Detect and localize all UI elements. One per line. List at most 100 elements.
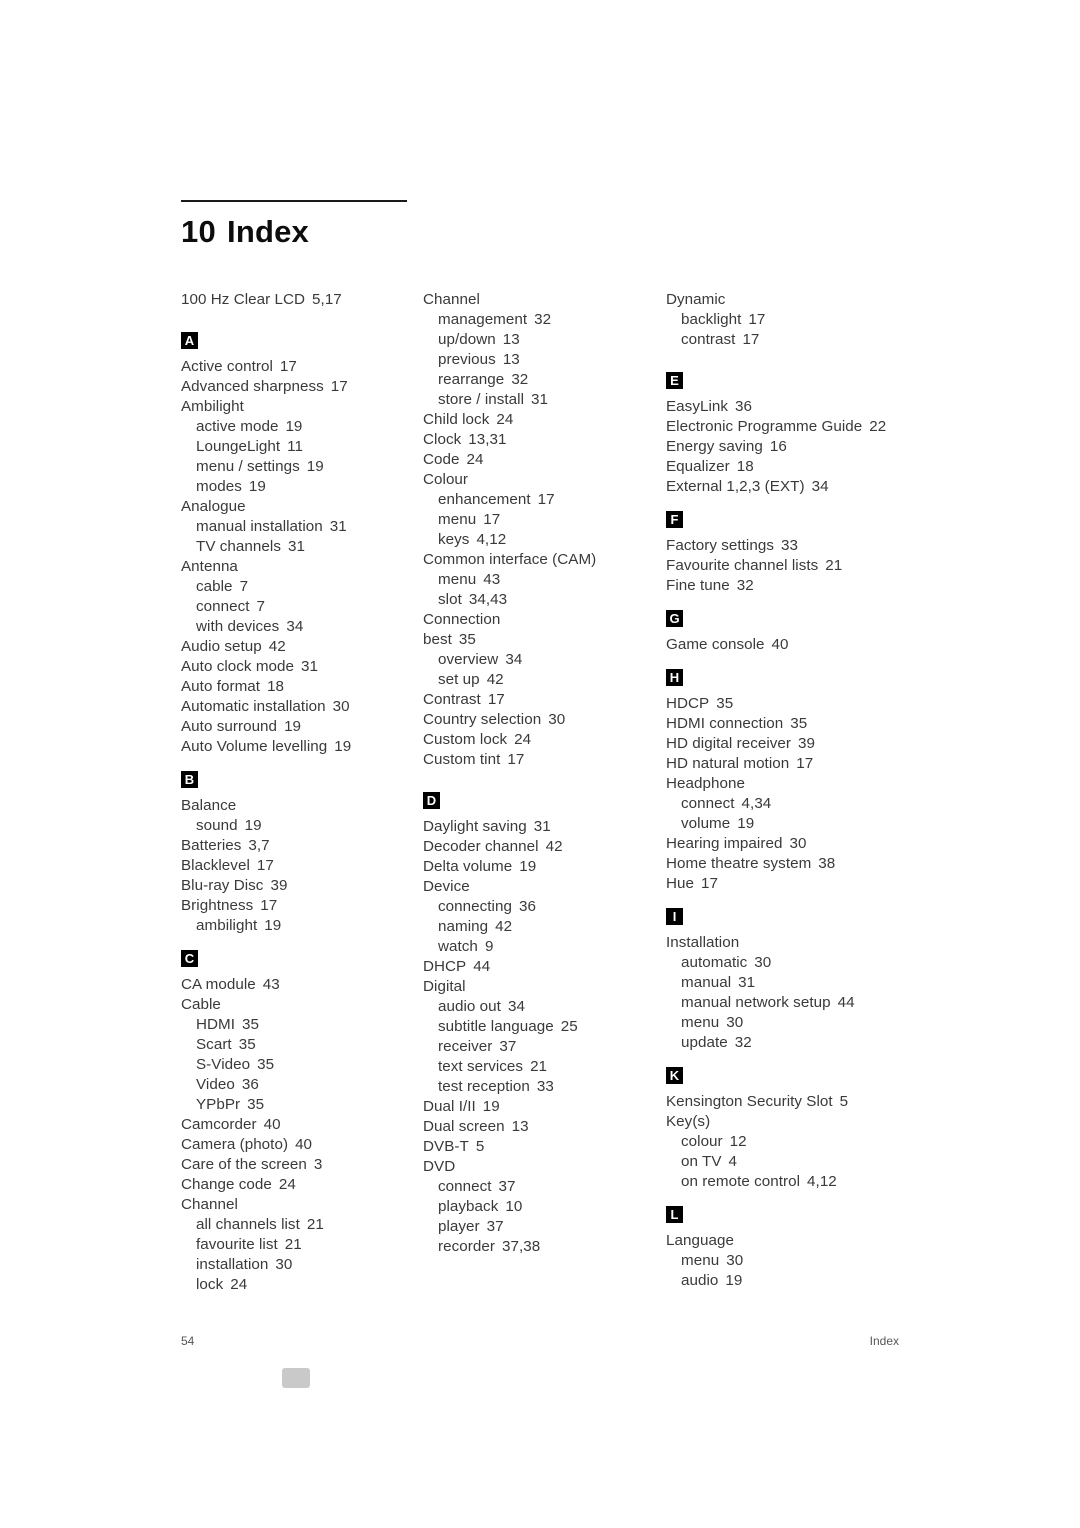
index-entry-label: Channel bbox=[423, 291, 480, 308]
index-entry-label: Clock bbox=[423, 431, 462, 448]
index-entry-label: 100 Hz Clear LCD bbox=[181, 291, 306, 308]
letter-section-i: I bbox=[666, 908, 909, 928]
index-entry-pages: 17 bbox=[701, 875, 719, 892]
index-entry: Dual I/II 19 bbox=[423, 1097, 666, 1117]
index-entry-label: Energy saving bbox=[666, 438, 763, 455]
index-entry-label: active mode bbox=[196, 418, 279, 435]
index-subentry: audio 19 bbox=[666, 1271, 909, 1291]
index-subentry: connecting 36 bbox=[423, 897, 666, 917]
index-entry: Dual screen 13 bbox=[423, 1117, 666, 1137]
index-entry-pages: 35 bbox=[238, 1036, 256, 1053]
index-entry-label: External 1,2,3 (EXT) bbox=[666, 478, 805, 495]
index-subentry: text services 21 bbox=[423, 1057, 666, 1077]
index-entry-label: HDCP bbox=[666, 695, 710, 712]
index-entry-label: menu bbox=[438, 511, 477, 528]
index-subentry: connect 4,34 bbox=[666, 794, 909, 814]
index-entry: Brightness 17 bbox=[181, 896, 424, 916]
index-entry-pages: 30 bbox=[726, 1014, 744, 1031]
index-entry: Game console 40 bbox=[666, 635, 909, 655]
index-entry-label: Auto Volume levelling bbox=[181, 738, 328, 755]
index-subentry: overview 34 bbox=[423, 650, 666, 670]
letter-section-a: A bbox=[181, 332, 424, 352]
index-subentry: store / install 31 bbox=[423, 390, 666, 410]
index-entry: Home theatre system 38 bbox=[666, 854, 909, 874]
index-entry-label: Auto format bbox=[181, 678, 261, 695]
index-entry-pages: 37,38 bbox=[501, 1238, 541, 1255]
index-entry-label: text services bbox=[438, 1058, 524, 1075]
index-entry-label: Change code bbox=[181, 1176, 272, 1193]
index-entry: Delta volume 19 bbox=[423, 857, 666, 877]
index-entry-pages: 17 bbox=[796, 755, 814, 772]
index-entry: Antenna bbox=[181, 557, 424, 577]
index-entry-label: Installation bbox=[666, 934, 740, 951]
index-entry-label: Child lock bbox=[423, 411, 490, 428]
index-entry: Country selection 30 bbox=[423, 710, 666, 730]
index-entry-label: Key(s) bbox=[666, 1113, 711, 1130]
index-entry-label: Common interface (CAM) bbox=[423, 551, 597, 568]
index-subentry: active mode 19 bbox=[181, 417, 424, 437]
index-entry-pages: 30 bbox=[275, 1256, 293, 1273]
index-subentry: on TV 4 bbox=[666, 1152, 909, 1172]
index-entry-label: Factory settings bbox=[666, 537, 774, 554]
index-subentry: subtitle language 25 bbox=[423, 1017, 666, 1037]
index-entry-pages: 4,12 bbox=[476, 531, 507, 548]
index-subentry: watch 9 bbox=[423, 937, 666, 957]
index-entry-pages: 35 bbox=[242, 1016, 260, 1033]
index-entry-pages: 5,17 bbox=[312, 291, 342, 308]
letter-section-h: H bbox=[666, 669, 909, 689]
index-entry-pages: 30 bbox=[789, 835, 807, 852]
index-entry-pages: 19 bbox=[334, 738, 352, 755]
index-entry-pages: 42 bbox=[486, 671, 504, 688]
index-entry-pages: 31 bbox=[738, 974, 756, 991]
index-entry-pages: 35 bbox=[790, 715, 808, 732]
index-entry-label: Batteries bbox=[181, 837, 242, 854]
index-entry-label: all channels list bbox=[196, 1216, 300, 1233]
index-entry-label: Dual screen bbox=[423, 1118, 505, 1135]
index-entry-pages: 31 bbox=[533, 818, 551, 835]
index-entry-pages: 17 bbox=[742, 331, 760, 348]
index-entry-label: Dual I/II bbox=[423, 1098, 476, 1115]
index-entry-label: keys bbox=[438, 531, 470, 548]
index-subentry: connect 37 bbox=[423, 1177, 666, 1197]
index-subentry: TV channels 31 bbox=[181, 537, 424, 557]
letter-badge: G bbox=[666, 610, 683, 627]
index-subentry: audio out 34 bbox=[423, 997, 666, 1017]
index-entry-label: backlight bbox=[681, 311, 742, 328]
index-entry: Balance bbox=[181, 796, 424, 816]
index-subentry: manual installation 31 bbox=[181, 517, 424, 537]
index-entry-pages: 37 bbox=[486, 1218, 504, 1235]
index-entry: Camcorder 40 bbox=[181, 1115, 424, 1135]
index-entry: Custom lock 24 bbox=[423, 730, 666, 750]
index-entry-label: connect bbox=[681, 795, 735, 812]
index-entry-label: Equalizer bbox=[666, 458, 730, 475]
footer-page-number: 54 bbox=[181, 1334, 195, 1348]
letter-section-f: F bbox=[666, 511, 909, 531]
index-entry-pages: 35 bbox=[257, 1056, 275, 1073]
index-subentry: on remote control 4,12 bbox=[666, 1172, 909, 1192]
index-entry-label: installation bbox=[196, 1256, 269, 1273]
index-entry-pages: 19 bbox=[285, 418, 303, 435]
index-entry-pages: 13 bbox=[502, 331, 520, 348]
index-entry-pages: 37 bbox=[498, 1178, 516, 1195]
index-entry: Electronic Programme Guide 22 bbox=[666, 417, 909, 437]
index-entry-pages: 34 bbox=[286, 618, 304, 635]
index-entry-pages: 19 bbox=[244, 817, 262, 834]
index-entry-label: colour bbox=[681, 1133, 723, 1150]
letter-badge: B bbox=[181, 771, 198, 788]
index-entry-pages: 24 bbox=[496, 411, 514, 428]
index-subentry: up/down 13 bbox=[423, 330, 666, 350]
index-entry-pages: 4,12 bbox=[807, 1173, 837, 1190]
index-entry: Decoder channel 42 bbox=[423, 837, 666, 857]
index-entry-label: set up bbox=[438, 671, 480, 688]
index-entry-pages: 25 bbox=[560, 1018, 578, 1035]
index-entry-pages: 21 bbox=[306, 1216, 324, 1233]
index-entry-label: connecting bbox=[438, 898, 512, 915]
index-entry: Installation bbox=[666, 933, 909, 953]
index-entry-pages: 13,31 bbox=[468, 431, 507, 448]
index-entry: Contrast 17 bbox=[423, 690, 666, 710]
index-entry-label: Delta volume bbox=[423, 858, 513, 875]
index-entry-pages: 3,7 bbox=[248, 837, 270, 854]
index-entry-pages: 17 bbox=[279, 358, 297, 375]
index-entry-label: menu bbox=[681, 1014, 720, 1031]
index-entry-pages: 38 bbox=[818, 855, 836, 872]
